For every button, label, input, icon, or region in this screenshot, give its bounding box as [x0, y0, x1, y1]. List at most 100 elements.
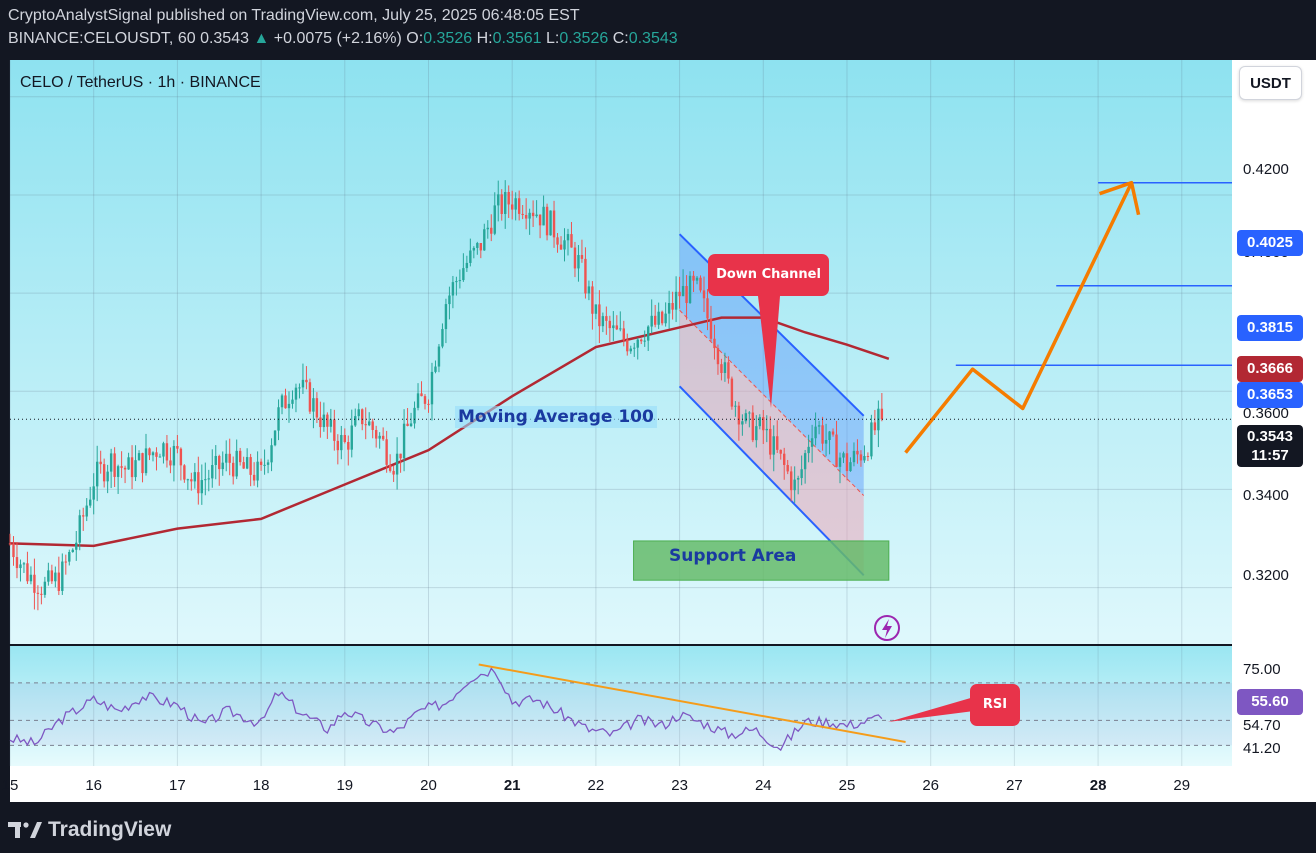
candle-body: [183, 465, 186, 480]
candle-body: [47, 570, 50, 582]
candle-body: [671, 303, 674, 310]
candle-body: [755, 426, 758, 441]
candle-body: [190, 479, 193, 482]
candle-body: [730, 378, 734, 407]
candle-body: [347, 441, 350, 450]
rsi-band: [10, 682, 1232, 746]
candle-body: [713, 338, 716, 349]
candle-body: [870, 422, 873, 457]
candle-body: [702, 290, 706, 299]
down-channel-callout[interactable]: Down Channel: [708, 254, 829, 296]
candle-body: [211, 465, 214, 479]
currency-button[interactable]: USDT: [1239, 66, 1302, 100]
candle-body: [381, 435, 385, 440]
candle-body: [483, 229, 486, 251]
candle-body: [835, 434, 838, 467]
candle-body: [497, 194, 500, 206]
candle-body: [814, 426, 817, 439]
candle-body: [765, 428, 768, 431]
candle-body: [333, 419, 336, 441]
tradingview-logo[interactable]: TradingView: [8, 818, 171, 842]
candle-body: [824, 439, 828, 444]
candle-body: [545, 206, 549, 236]
rsi-bands: [10, 682, 1232, 746]
candle-body: [737, 405, 741, 425]
candle-body: [291, 399, 294, 404]
candle-body: [650, 315, 653, 327]
candle-body: [849, 462, 852, 472]
candle-body: [50, 570, 54, 582]
candle-body: [40, 593, 43, 595]
candle-body: [751, 412, 755, 441]
candle-body: [647, 326, 650, 341]
price-tick: 0.4200: [1243, 161, 1289, 178]
candle-body: [643, 340, 646, 342]
candle-body: [392, 470, 395, 475]
candle-body: [116, 466, 120, 477]
candle-body: [500, 194, 503, 214]
candle-body: [312, 398, 315, 412]
candle-body: [71, 549, 74, 552]
candle-body: [280, 395, 284, 408]
candle-body: [305, 379, 308, 383]
candle-body: [807, 446, 810, 454]
candle-body: [573, 247, 577, 269]
candle-body: [242, 462, 245, 469]
candle-body: [531, 212, 535, 217]
candle-body: [238, 450, 242, 463]
candle-body: [294, 387, 298, 400]
candle-body: [629, 348, 632, 352]
time-tick: 24: [754, 777, 772, 794]
candle-body: [493, 205, 496, 234]
candle-body: [821, 425, 824, 444]
candle-body: [231, 462, 235, 477]
candle-body: [308, 382, 312, 412]
candle-body: [218, 455, 221, 470]
candle-body: [89, 499, 92, 506]
candle-body: [660, 311, 664, 324]
candle-body: [361, 409, 364, 425]
candle-body: [434, 366, 437, 372]
candle-body: [455, 281, 458, 283]
time-tick: 20: [420, 777, 437, 794]
candle-body: [528, 212, 531, 219]
candle-body: [653, 315, 657, 325]
candle-body: [796, 478, 800, 480]
candle-body: [402, 423, 406, 459]
last-price-value: 0.3543: [1247, 428, 1293, 445]
candle-body: [636, 339, 639, 348]
time-tick: 29: [1173, 777, 1191, 794]
rsi-tick: 75.00: [1243, 661, 1281, 678]
candle-body: [789, 471, 793, 491]
candle-body: [413, 407, 416, 424]
candle-body: [838, 457, 842, 467]
price-tick: 0.3400: [1243, 487, 1289, 504]
rsi-callout[interactable]: RSI: [970, 684, 1020, 726]
candle-body: [580, 255, 584, 259]
candle-body: [640, 339, 643, 342]
candle-body: [169, 460, 172, 466]
candle-body: [727, 362, 730, 379]
candle-body: [542, 206, 545, 226]
time-tick: 22: [587, 777, 605, 794]
candle-body: [371, 421, 374, 430]
candle-body: [120, 466, 123, 468]
candle-body: [685, 286, 688, 303]
tradingview-icon: [8, 822, 42, 838]
candle-body: [113, 453, 116, 477]
candle-body: [64, 561, 67, 563]
time-tick: 27: [1006, 777, 1023, 794]
candle-body: [162, 443, 165, 457]
candle-body: [329, 419, 333, 427]
candle-body: [130, 457, 134, 478]
candle-body: [176, 445, 179, 449]
candle-body: [99, 461, 102, 465]
candle-body: [601, 316, 605, 327]
time-tick: 19: [336, 777, 354, 794]
candle-body: [476, 243, 479, 248]
candle-body: [378, 435, 381, 439]
candle-body: [615, 325, 619, 330]
candle-body: [591, 286, 594, 314]
candle-body: [141, 453, 144, 474]
price-chart[interactable]: [0, 0, 1316, 853]
